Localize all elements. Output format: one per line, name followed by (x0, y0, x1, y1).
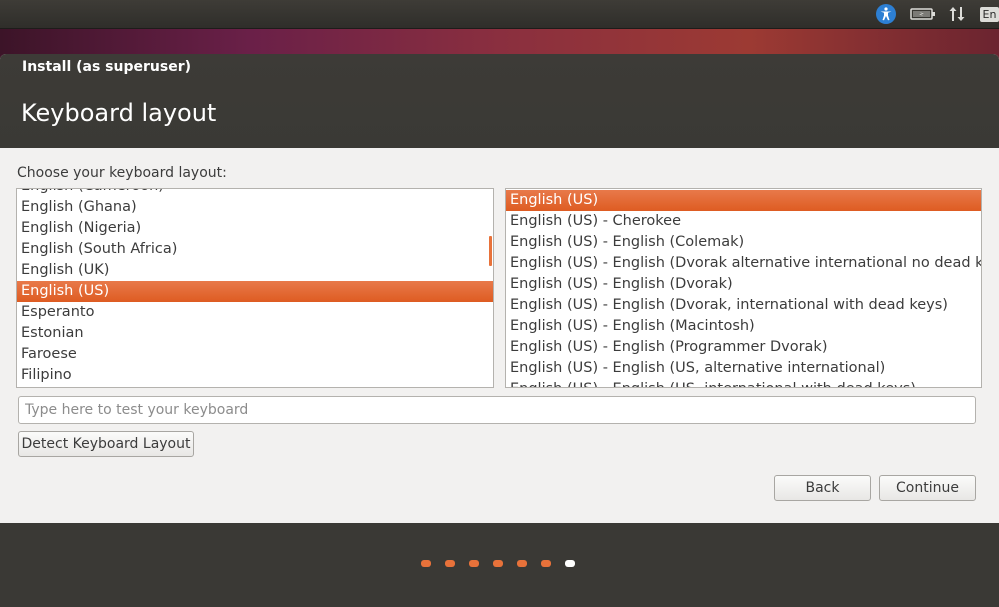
page-title: Keyboard layout (21, 99, 217, 127)
battery-icon (910, 8, 935, 20)
detect-keyboard-layout-button[interactable]: Detect Keyboard Layout (18, 431, 194, 457)
progress-dot (517, 560, 527, 567)
list-item[interactable]: English (US) - English (Programmer Dvora… (506, 337, 981, 358)
progress-dot (493, 560, 503, 567)
variant-list-items: English (US) English (US) - Cherokee Engli… (506, 190, 981, 387)
progress-dot (421, 560, 431, 567)
list-item[interactable]: English (US) - English (Colemak) (506, 232, 981, 253)
list-item[interactable]: English (US) - English (US, internationa… (506, 379, 981, 387)
list-item[interactable]: English (US) - English (Dvorak alternati… (506, 253, 981, 274)
keyboard-test-input[interactable] (18, 396, 976, 424)
detect-button-label: Detect Keyboard Layout (21, 436, 191, 452)
continue-button-label: Continue (896, 480, 959, 496)
continue-button[interactable]: Continue (879, 475, 976, 501)
window-header: Install (as superuser) Keyboard layout (0, 54, 999, 148)
variant-list[interactable]: English (US) English (US) - Cherokee Engli… (505, 188, 982, 388)
choose-layout-label: Choose your keyboard layout: (17, 165, 227, 181)
network-transfer-icon (949, 7, 965, 21)
list-item[interactable]: Finnish (17, 386, 493, 387)
accessibility-icon (876, 4, 896, 24)
list-item[interactable]: English (Nigeria) (17, 218, 493, 239)
battery-indicator[interactable] (908, 4, 938, 24)
window-title: Install (as superuser) (22, 59, 191, 75)
layout-list-items: English (Cameroon)English (Ghana)English… (17, 189, 493, 387)
list-item[interactable]: Filipino (17, 365, 493, 386)
list-item[interactable]: Estonian (17, 323, 493, 344)
list-item[interactable]: Esperanto (17, 302, 493, 323)
accessibility-indicator[interactable] (875, 4, 897, 24)
list-item[interactable]: English (US) - English (Dvorak, internat… (506, 295, 981, 316)
network-indicator[interactable] (946, 4, 968, 24)
list-item[interactable]: English (US) - English (Dvorak) (506, 274, 981, 295)
progress-dot (541, 560, 551, 567)
back-button[interactable]: Back (774, 475, 871, 501)
installer-window: Install (as superuser) Keyboard layout C… (0, 54, 999, 607)
list-item[interactable]: English (US) - English (US, alternative … (506, 358, 981, 379)
list-item[interactable]: English (Ghana) (17, 197, 493, 218)
list-item[interactable]: English (Cameroon) (17, 189, 493, 197)
language-label: En (979, 6, 999, 22)
window-footer (0, 523, 999, 607)
progress-dot (445, 560, 455, 567)
layout-list-scrollbar[interactable] (489, 236, 492, 266)
top-panel: En (0, 0, 999, 29)
list-item[interactable]: English (South Africa) (17, 239, 493, 260)
list-item[interactable]: English (US) - English (Macintosh) (506, 316, 981, 337)
layout-list[interactable]: English (Cameroon)English (Ghana)English… (16, 188, 494, 388)
progress-dot (565, 560, 575, 567)
progress-dot (469, 560, 479, 567)
list-item[interactable]: Faroese (17, 344, 493, 365)
list-item[interactable]: English (US) - Cherokee (506, 211, 981, 232)
progress-dots (421, 560, 575, 567)
list-item[interactable]: English (UK) (17, 260, 493, 281)
keyboard-language-indicator[interactable]: En (979, 4, 999, 24)
list-item[interactable]: English (US) (506, 190, 981, 211)
back-button-label: Back (805, 480, 840, 496)
list-item[interactable]: English (US) (17, 281, 493, 302)
